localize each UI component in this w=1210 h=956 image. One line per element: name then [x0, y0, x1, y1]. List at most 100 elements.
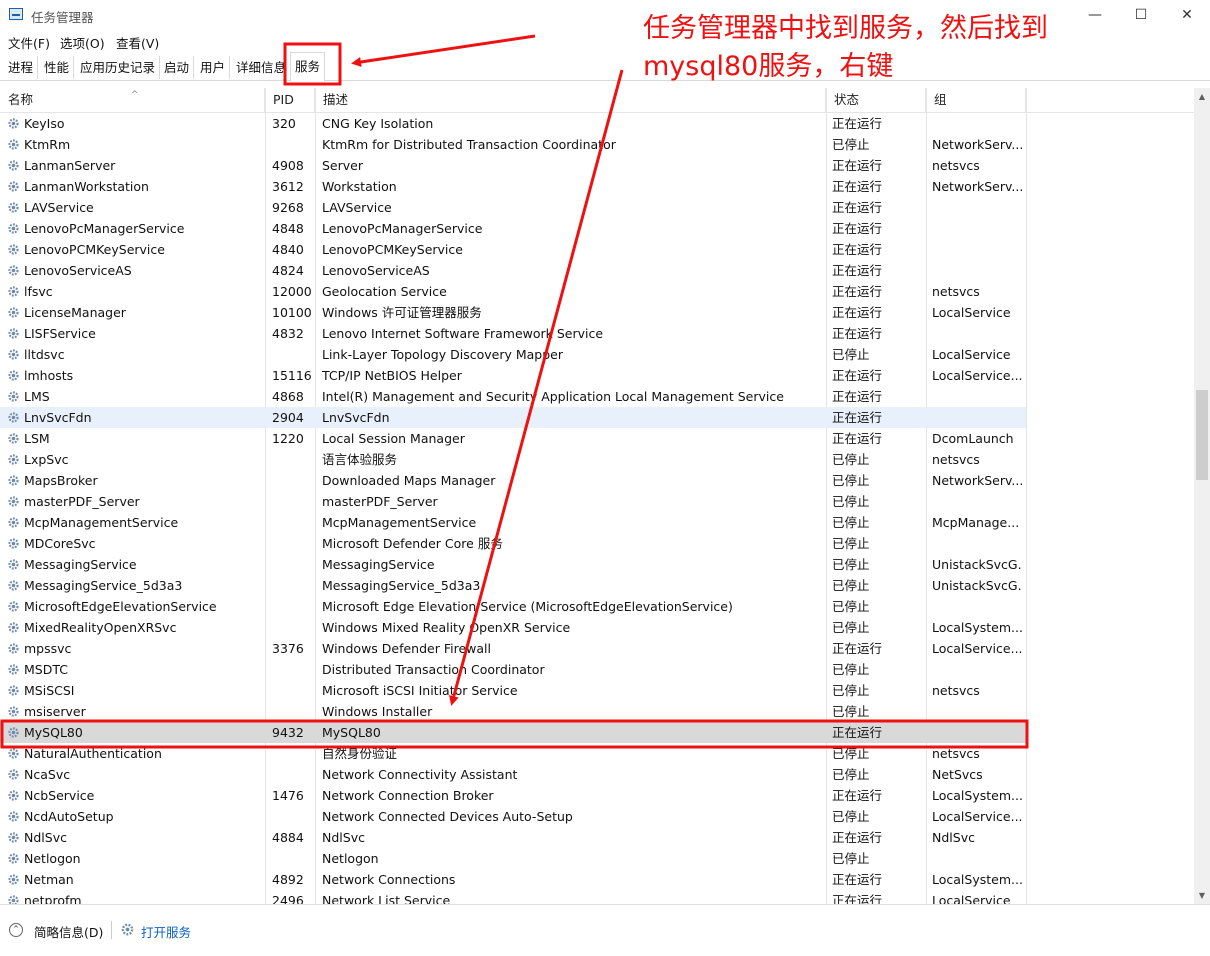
scrollbar-thumb[interactable] [1196, 390, 1208, 480]
service-row[interactable]: mpssvc 3376 Windows Defender Firewall 正在运行 L… [0, 638, 1026, 659]
chevron-up-circle-icon[interactable]: ⌃ [9, 923, 23, 937]
service-row[interactable]: lltdsvc Link-Layer Topology Discovery Map… [0, 344, 1026, 365]
service-description: LenovoServiceAS [322, 263, 430, 278]
service-group: netsvcs [932, 452, 980, 467]
service-status: 已停止 [832, 767, 870, 782]
service-pid [272, 701, 318, 722]
service-status: 已停止 [832, 809, 870, 824]
service-row[interactable]: LanmanServer 4908 Server 正在运行 netsvcs [0, 155, 1026, 176]
service-description: Intel(R) Management and Security Applica… [322, 389, 784, 404]
tab-performance[interactable]: 性能 [40, 56, 75, 79]
service-group: LocalService [932, 305, 1011, 320]
service-group: LocalSystem... [932, 872, 1022, 887]
tab-users[interactable]: 用户 [196, 56, 231, 79]
service-row[interactable]: lfsvc 12000 Geolocation Service 正在运行 netsvcs [0, 281, 1026, 302]
service-status: 已停止 [832, 704, 870, 719]
tab-details[interactable]: 详细信息 [232, 56, 292, 79]
scroll-up-icon[interactable]: ▲ [1194, 88, 1210, 105]
close-button[interactable]: ✕ [1164, 0, 1210, 30]
service-status: 正在运行 [832, 326, 883, 341]
footer-bar: ⌃ 简略信息(D) 打开服务 [0, 904, 1210, 956]
service-row[interactable]: LenovoServiceAS 4824 LenovoServiceAS 正在运行 [0, 260, 1026, 281]
service-name: Netlogon [24, 851, 81, 866]
service-row[interactable]: LenovoPCMKeyService 4840 LenovoPCMKeyServi… [0, 239, 1026, 260]
service-group: LocalSystem... [932, 788, 1022, 803]
service-row[interactable]: MSDTC Distributed Transaction Coordinator… [0, 659, 1026, 680]
service-row[interactable]: McpManagementService McpManagementService… [0, 512, 1026, 533]
service-row[interactable]: LSM 1220 Local Session Manager 正在运行 DcomLaun… [0, 428, 1026, 449]
service-row[interactable]: LicenseManager 10100 Windows 许可证管理器服务 正在运行 L… [0, 302, 1026, 323]
service-gear-icon [7, 453, 20, 466]
service-gear-icon [7, 348, 20, 361]
service-row[interactable]: NcbService 1476 Network Connection Broker 正… [0, 785, 1026, 806]
service-status: 已停止 [832, 662, 870, 677]
service-name: mpssvc [24, 641, 72, 656]
service-row[interactable]: MessagingService MessagingService 已停止 Unist… [0, 554, 1026, 575]
service-description: LnvSvcFdn [322, 410, 390, 425]
service-row[interactable]: MSiSCSI Microsoft iSCSI Initiator Service… [0, 680, 1026, 701]
service-row[interactable]: NcdAutoSetup Network Connected Devices Au… [0, 806, 1026, 827]
column-status[interactable]: 状态 [826, 88, 926, 112]
menu-view[interactable]: 查看(V) [116, 33, 159, 52]
service-row[interactable]: MixedRealityOpenXRSvc Windows Mixed Reali… [0, 617, 1026, 638]
service-row[interactable]: LxpSvc 语言体验服务 已停止 netsvcs [0, 449, 1026, 470]
tab-app-history[interactable]: 应用历史记录 [76, 56, 161, 79]
service-row[interactable]: LAVService 9268 LAVService 正在运行 [0, 197, 1026, 218]
tab-services[interactable]: 服务 [290, 52, 326, 82]
service-group: netsvcs [932, 284, 980, 299]
service-status: 已停止 [832, 746, 870, 761]
service-description: 自然身份验证 [322, 746, 398, 761]
service-description: Workstation [322, 179, 397, 194]
service-description: Distributed Transaction Coordinator [322, 662, 545, 677]
service-pid [272, 470, 318, 491]
service-row[interactable]: MessagingService_5d3a3 MessagingService_5… [0, 575, 1026, 596]
service-row[interactable]: MDCoreSvc Microsoft Defender Core 服务 已停止 [0, 533, 1026, 554]
tab-processes[interactable]: 进程 [4, 56, 39, 79]
column-group[interactable]: 组 [926, 88, 1026, 112]
vertical-scrollbar[interactable]: ▲ ▼ [1194, 88, 1210, 904]
service-row[interactable]: LanmanWorkstation 3612 Workstation 正在运行 Netw… [0, 176, 1026, 197]
service-row[interactable]: NcaSvc Network Connectivity Assistant 已停止 N… [0, 764, 1026, 785]
tab-startup[interactable]: 启动 [160, 56, 195, 79]
service-pid: 1220 [272, 431, 304, 446]
scroll-down-icon[interactable]: ▼ [1194, 887, 1210, 904]
service-row[interactable]: LnvSvcFdn 2904 LnvSvcFdn 正在运行 [0, 407, 1026, 428]
column-name[interactable]: 名称 ^ [0, 88, 265, 112]
service-status: 正在运行 [832, 725, 883, 740]
open-services-link[interactable]: 打开服务 [141, 922, 191, 941]
service-description: Netlogon [322, 851, 379, 866]
service-status: 正在运行 [832, 116, 883, 131]
column-pid[interactable]: PID [265, 88, 315, 112]
service-row[interactable]: KtmRm KtmRm for Distributed Transaction C… [0, 134, 1026, 155]
maximize-button[interactable]: ☐ [1118, 0, 1164, 30]
menu-options[interactable]: 选项(O) [60, 33, 105, 52]
service-row[interactable]: masterPDF_Server masterPDF_Server 已停止 [0, 491, 1026, 512]
service-row[interactable]: MySQL80 9432 MySQL80 正在运行 [0, 722, 1026, 743]
service-status: 已停止 [832, 347, 870, 362]
service-row[interactable]: LMS 4868 Intel(R) Management and Security … [0, 386, 1026, 407]
fewer-details-button[interactable]: 简略信息(D) [34, 922, 103, 941]
service-row[interactable]: NdlSvc 4884 NdlSvc 正在运行 NdlSvc [0, 827, 1026, 848]
minimize-button[interactable]: — [1072, 0, 1118, 30]
service-pid: 12000 [272, 284, 312, 299]
column-description[interactable]: 描述 [315, 88, 826, 112]
service-description: Microsoft Defender Core 服务 [322, 536, 503, 551]
service-description: Server [322, 158, 363, 173]
service-row[interactable]: KeyIso 320 CNG Key Isolation 正在运行 [0, 113, 1026, 134]
service-description: Microsoft Edge Elevation Service (Micros… [322, 599, 733, 614]
service-row[interactable]: Netlogon Netlogon 已停止 [0, 848, 1026, 869]
service-name: LenovoServiceAS [24, 263, 132, 278]
service-row[interactable]: LISFService 4832 Lenovo Internet Software … [0, 323, 1026, 344]
service-gear-icon [7, 579, 20, 592]
service-row[interactable]: MicrosoftEdgeElevationService Microsoft E… [0, 596, 1026, 617]
service-row[interactable]: NaturalAuthentication 自然身份验证 已停止 netsvcs [0, 743, 1026, 764]
service-row[interactable]: LenovoPcManagerService 4848 LenovoPcManage… [0, 218, 1026, 239]
service-row[interactable]: Netman 4892 Network Connections 正在运行 LocalSy… [0, 869, 1026, 890]
service-row[interactable]: lmhosts 15116 TCP/IP NetBIOS Helper 正在运行 Loc… [0, 365, 1026, 386]
menu-file[interactable]: 文件(F) [8, 33, 50, 52]
service-group: LocalSystem... [932, 620, 1022, 635]
service-row[interactable]: msiserver Windows Installer 已停止 [0, 701, 1026, 722]
service-gear-icon [7, 474, 20, 487]
service-row[interactable]: MapsBroker Downloaded Maps Manager 已停止 Netw… [0, 470, 1026, 491]
service-pid [272, 344, 318, 365]
